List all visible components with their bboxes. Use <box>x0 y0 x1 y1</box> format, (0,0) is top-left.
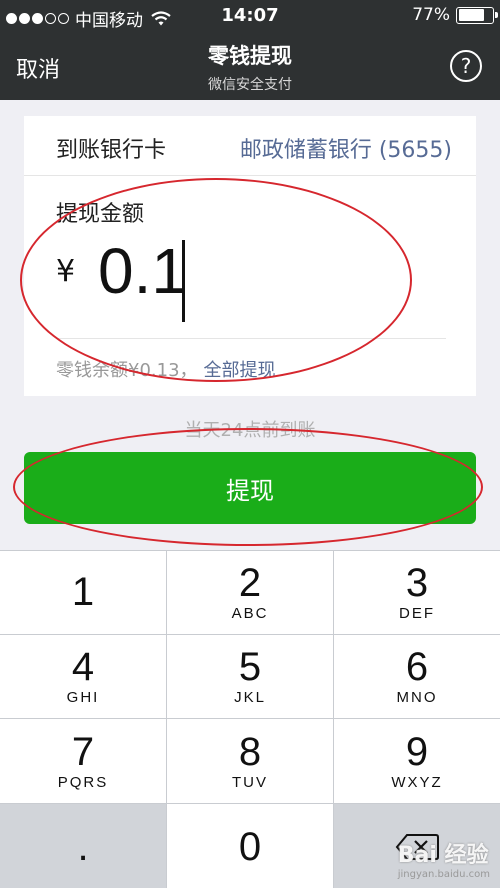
bank-card-value[interactable]: 邮政储蓄银行 (5655) <box>240 132 452 164</box>
key-6[interactable]: 6 MNO <box>334 635 500 718</box>
bank-card-label: 到账银行卡 <box>56 138 167 163</box>
battery-icon <box>456 6 498 24</box>
balance-text: 零钱余额¥0.13， <box>56 360 198 381</box>
page-title: 零钱提现 <box>208 44 292 68</box>
bank-card-row[interactable]: 到账银行卡 邮政储蓄银行 (5655) <box>24 116 476 176</box>
key-8[interactable]: 8 TUV <box>167 719 333 803</box>
page-subtitle: 微信安全支付 <box>208 77 292 93</box>
key-decimal[interactable]: . <box>0 804 166 888</box>
currency-symbol: ¥ <box>56 254 76 289</box>
watermark-logo: Bai 经验 jingyan.baidu.com <box>397 843 490 880</box>
status-right: 77% <box>412 5 498 25</box>
key-4[interactable]: 4 GHI <box>0 635 166 718</box>
nav-bar: 取消 零钱提现 微信安全支付 ? <box>0 34 500 100</box>
key-7[interactable]: 7 PQRS <box>0 719 166 803</box>
amount-divider <box>56 338 446 339</box>
withdraw-all-link[interactable]: 全部提现 <box>204 356 276 382</box>
amount-input[interactable]: 0.1 <box>98 234 187 308</box>
key-2[interactable]: 2 ABC <box>167 551 333 634</box>
amount-label: 提现金额 <box>56 202 145 227</box>
key-1[interactable]: 1 <box>0 551 166 634</box>
battery-percent: 77% <box>412 5 450 25</box>
arrival-note: 当天24点前到账 <box>184 420 316 441</box>
balance-line: 零钱余额¥0.13， 全部提现 <box>56 356 276 382</box>
key-5[interactable]: 5 JKL <box>167 635 333 718</box>
battery-fill <box>458 9 484 21</box>
key-0[interactable]: 0 <box>167 804 333 888</box>
key-9[interactable]: 9 WXYZ <box>334 719 500 803</box>
key-3[interactable]: 3 DEF <box>334 551 500 634</box>
withdraw-card: 到账银行卡 邮政储蓄银行 (5655) 提现金额 ¥ 0.1 零钱余额¥0.13… <box>24 116 476 396</box>
help-icon[interactable]: ? <box>450 50 482 82</box>
nav-titles: 零钱提现 微信安全支付 <box>0 40 500 94</box>
status-bar: 中国移动 14:07 77% <box>0 0 500 34</box>
withdraw-button[interactable]: 提现 <box>24 452 476 524</box>
text-cursor <box>182 240 185 322</box>
